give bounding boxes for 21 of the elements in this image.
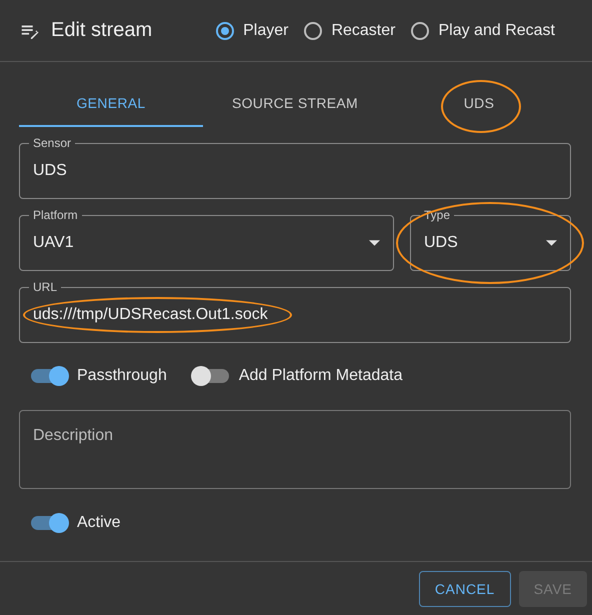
caret-icon bbox=[369, 240, 380, 246]
caret-icon bbox=[546, 240, 557, 246]
select-field[interactable]: Type UDS bbox=[410, 208, 571, 271]
text-field[interactable]: URL uds:///tmp/UDSRecast.Out1.sock bbox=[19, 280, 571, 343]
text-field[interactable]: Sensor UDS bbox=[19, 136, 571, 199]
toggle-switch[interactable] bbox=[192, 369, 229, 383]
toggle-switch[interactable] bbox=[31, 369, 67, 383]
mode-radio[interactable]: Recaster bbox=[304, 22, 396, 40]
toggle-switch[interactable] bbox=[31, 516, 67, 530]
description-field[interactable]: Description bbox=[19, 410, 571, 489]
toggle-label: Passthrough bbox=[77, 367, 167, 385]
select-field[interactable]: Platform UAV1 bbox=[19, 208, 394, 271]
tab[interactable]: GENERAL bbox=[19, 80, 203, 127]
tab[interactable]: UDS bbox=[387, 80, 571, 127]
toggle-label: Add Platform Metadata bbox=[238, 367, 402, 385]
cancel-button[interactable]: CANCEL bbox=[418, 570, 511, 606]
mode-radio[interactable]: Player bbox=[216, 22, 288, 40]
mode-radio[interactable]: Play and Recast bbox=[411, 22, 555, 40]
toggle-label: Active bbox=[77, 514, 121, 532]
tab[interactable]: SOURCE STREAM bbox=[203, 80, 387, 127]
dialog-title: Edit stream bbox=[51, 19, 152, 42]
